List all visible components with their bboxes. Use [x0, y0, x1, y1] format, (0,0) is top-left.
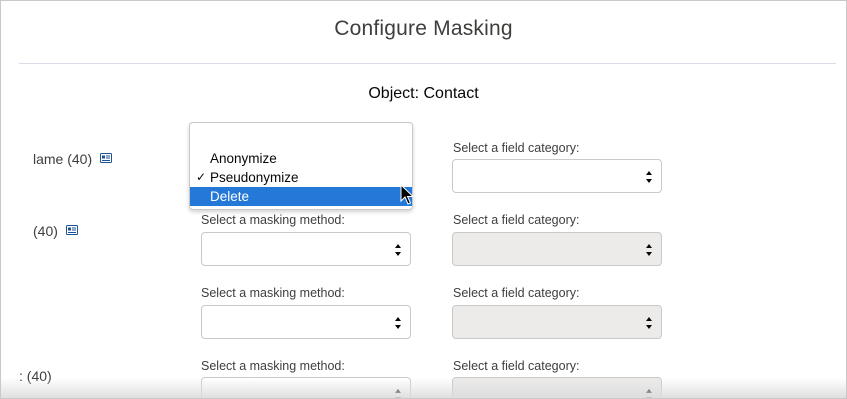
menu-option-anonymize[interactable]: Anonymize — [190, 149, 412, 168]
info-card-icon[interactable] — [100, 153, 113, 164]
configure-masking-dialog: Configure Masking Object: Contact lame (… — [0, 0, 847, 399]
dialog-title: Configure Masking — [334, 17, 513, 40]
title-divider — [19, 63, 836, 64]
category-label-row-4: Select a field category: — [453, 359, 580, 373]
menu-option-delete[interactable]: Delete — [190, 187, 412, 206]
category-label-row-3: Select a field category: — [453, 286, 580, 300]
category-select-row-2[interactable] — [452, 232, 662, 266]
method-label-row-4: Select a masking method: — [201, 359, 345, 373]
category-select-row-3[interactable] — [452, 305, 662, 339]
masking-method-select-row-2[interactable] — [201, 232, 411, 266]
info-card-icon[interactable] — [65, 225, 78, 236]
object-title: Object: Contact — [368, 85, 479, 102]
up-down-arrows-icon — [646, 317, 652, 329]
category-label-row-1: Select a field category: — [453, 141, 580, 155]
up-down-arrows-icon — [395, 317, 401, 329]
bottom-shadow — [1, 378, 846, 398]
method-label-row-2: Select a masking method: — [201, 213, 345, 227]
category-label-row-2: Select a field category: — [453, 213, 580, 227]
menu-option-pseudonymize[interactable]: ✓ Pseudonymize — [190, 168, 412, 187]
masking-method-select-row-3[interactable] — [201, 305, 411, 339]
up-down-arrows-icon — [646, 244, 652, 256]
up-down-arrows-icon — [646, 171, 652, 183]
mouse-pointer-icon — [400, 184, 414, 205]
method-label-row-3: Select a masking method: — [201, 286, 345, 300]
field-label-row-2: (40) — [33, 223, 78, 239]
masking-method-dropdown-menu: Anonymize ✓ Pseudonymize Delete — [189, 122, 413, 210]
category-select-row-1[interactable] — [452, 159, 662, 193]
field-label-row-1: lame (40) — [33, 151, 113, 167]
up-down-arrows-icon — [395, 244, 401, 256]
check-icon: ✓ — [196, 170, 207, 184]
